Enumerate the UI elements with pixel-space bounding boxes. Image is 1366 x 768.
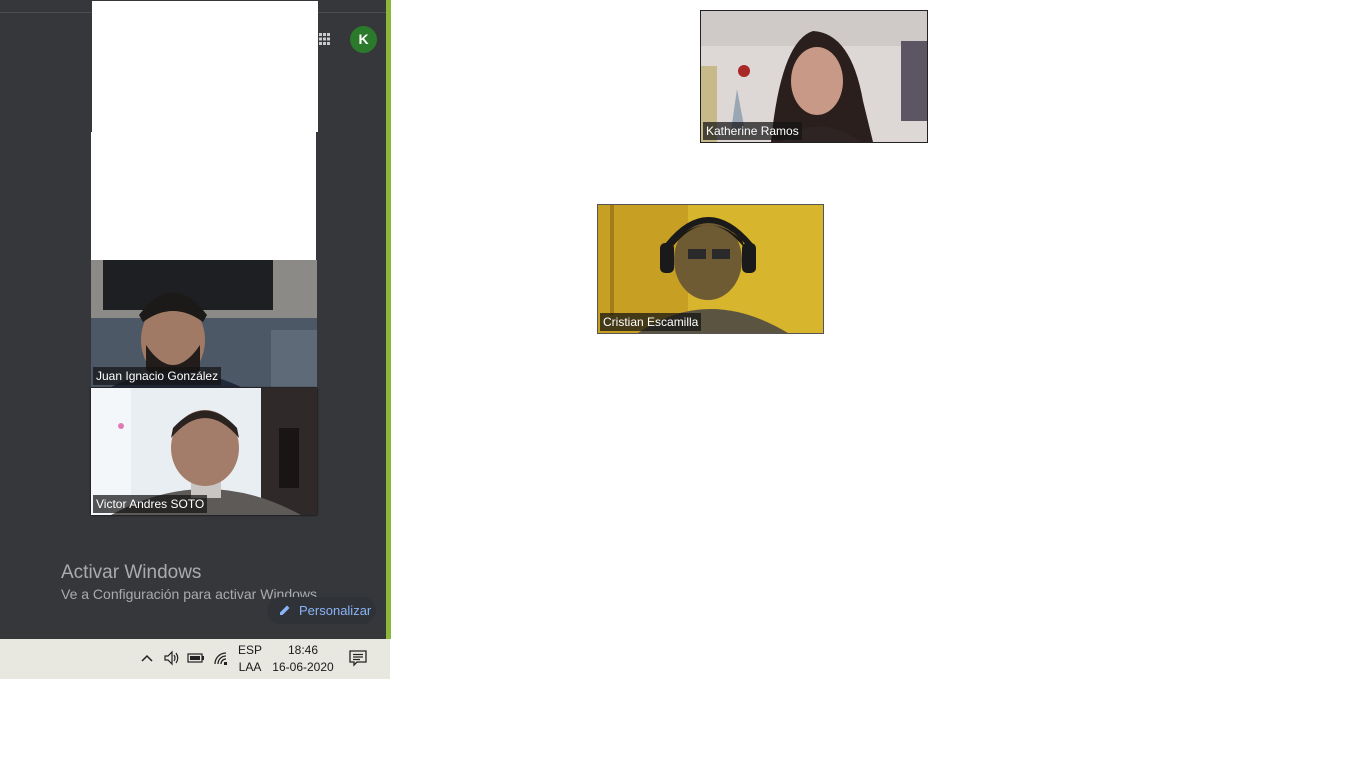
pencil-icon bbox=[280, 605, 290, 615]
language-code: ESP bbox=[237, 643, 262, 657]
participant-name-label: Cristian Escamilla bbox=[600, 313, 702, 331]
participant-name-label: Juan Ignacio González bbox=[93, 367, 222, 385]
clock[interactable]: 18:46 16-06-2020 bbox=[272, 642, 334, 675]
participant-name-label: Victor Andres SOTO bbox=[93, 495, 208, 513]
video-tile-victor[interactable]: Victor Andres SOTO bbox=[91, 388, 317, 515]
volume-icon[interactable] bbox=[163, 650, 181, 666]
wifi-icon[interactable] bbox=[212, 650, 230, 666]
video-tile-katherine[interactable]: Katherine Ramos bbox=[701, 11, 927, 142]
blank-video-tile-middle bbox=[91, 132, 316, 260]
video-tile-cristian[interactable]: Cristian Escamilla bbox=[598, 205, 823, 333]
clock-date: 16-06-2020 bbox=[272, 660, 334, 674]
participant-name-label: Katherine Ramos bbox=[703, 122, 802, 140]
window-accent-border bbox=[386, 0, 391, 639]
keyboard-layout: LAA bbox=[238, 660, 262, 674]
activation-title: Activar Windows bbox=[61, 562, 202, 583]
customize-button[interactable]: Personalizar bbox=[267, 597, 376, 624]
battery-icon[interactable] bbox=[187, 651, 205, 665]
video-tile-juan[interactable]: Juan Ignacio González bbox=[91, 260, 317, 387]
windows-taskbar: ESP LAA 18:46 16-06-2020 bbox=[0, 639, 390, 679]
apps-grid-icon[interactable] bbox=[317, 31, 331, 47]
participants-panel: K Juan Ignacio González Victor Andres SO… bbox=[0, 0, 386, 639]
user-avatar[interactable]: K bbox=[350, 26, 377, 53]
language-indicator[interactable]: ESP LAA bbox=[235, 642, 265, 675]
chevron-up-icon[interactable] bbox=[140, 652, 154, 664]
notification-icon[interactable] bbox=[349, 650, 367, 667]
clock-time: 18:46 bbox=[287, 643, 319, 657]
blank-video-tile-top bbox=[92, 1, 318, 132]
customize-label: Personalizar bbox=[299, 603, 372, 618]
